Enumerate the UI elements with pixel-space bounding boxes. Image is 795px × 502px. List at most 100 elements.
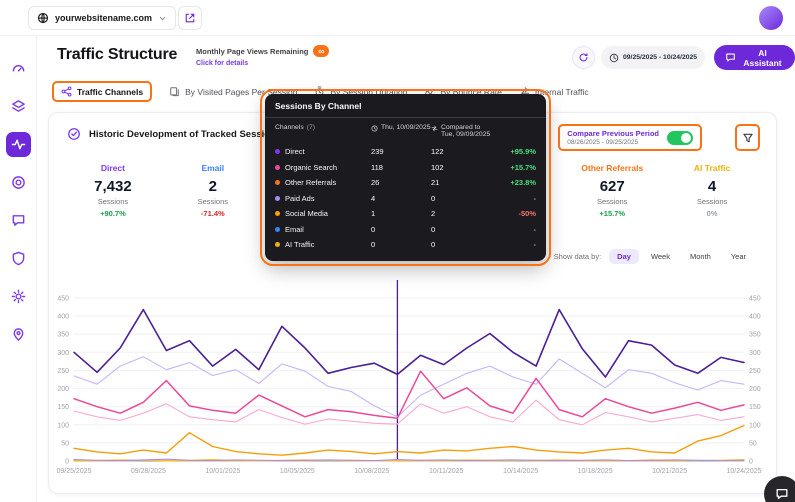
monthly-views-details-link[interactable]: Click for details [196,60,329,67]
granularity-year[interactable]: Year [723,249,754,264]
svg-text:09/28/2025: 09/28/2025 [131,468,166,475]
series-organic-search [74,371,744,418]
compare-range: 08/26/2025 - 09/25/2025 [567,139,659,146]
svg-text:10/01/2025: 10/01/2025 [205,468,240,475]
svg-text:400: 400 [57,314,69,321]
svg-text:200: 200 [749,386,761,393]
tooltip-delta: -50% [479,209,536,218]
filter-button[interactable] [735,124,760,151]
tooltip-rows: Direct239122+95.9%Organic Search118102+1… [265,142,546,261]
stat-label: Email [163,163,263,173]
show-data-by-label: Show data by: [554,252,602,261]
clock-icon [609,53,619,63]
tooltip-delta: +95.9% [479,147,536,156]
date-range-value: 09/25/2025 - 10/24/2025 [623,54,697,61]
granularity-month[interactable]: Month [682,249,719,264]
tooltip-channel-name: AI Traffic [285,240,314,249]
chevron-down-icon [158,14,167,23]
open-site-button[interactable] [178,6,202,30]
sidebar-item-traffic[interactable] [6,132,31,157]
pages-icon [169,86,180,97]
tooltip-channel-name: Paid Ads [285,194,315,203]
tab-traffic-channels[interactable]: Traffic Channels [52,81,152,102]
granularity-week[interactable]: Week [643,249,678,264]
tooltip-row-ai-traffic: AI Traffic00- [275,237,536,253]
gauge-icon [11,61,26,76]
page-title: Traffic Structure [57,46,177,64]
sidebar-item-feedback[interactable] [6,208,31,233]
sessions-tooltip: Sessions By Channel Channels (7) Thu, 10… [265,94,546,261]
tooltip-row-organic-search: Organic Search118102+15.7% [275,160,536,176]
tooltip-date-compared: Tue, 09/09/2025 [441,131,490,138]
sidebar-item-locations[interactable] [6,322,31,347]
refresh-button[interactable] [572,46,595,69]
channel-color-dot [275,149,280,154]
unlimited-badge: ∞ [313,45,329,57]
sidebar-item-overview[interactable] [6,56,31,81]
channel-color-dot [275,165,280,170]
stat-label: Other Referrals [562,163,662,173]
tooltip-value-current: 4 [371,194,431,203]
chat-bubble-icon [725,52,736,63]
granularity-day[interactable]: Day [609,249,639,264]
stat-unit: Sessions [662,197,762,206]
site-switcher[interactable]: yourwebsitename.com [28,6,176,30]
svg-text:450: 450 [749,296,761,303]
stat-unit: Sessions [63,197,163,206]
tooltip-delta: - [479,225,536,234]
svg-text:200: 200 [57,386,69,393]
avatar[interactable] [759,6,783,30]
compare-toggle[interactable] [667,131,693,145]
stat-other-referrals: Other Referrals627Sessions+15.7% [562,163,662,218]
sidebar-item-settings[interactable] [6,284,31,309]
chat-bubble-icon [775,487,789,501]
svg-text:250: 250 [749,368,761,375]
tooltip-value-current: 0 [371,225,431,234]
gear-icon [11,289,26,304]
chat2-icon [11,213,26,228]
tooltip-delta: +15.7% [479,163,536,172]
sidebar [0,36,37,502]
sessions-line-chart[interactable]: 0050501001001501502002002502503003003503… [53,265,772,489]
tooltip-value-compared: 0 [431,240,479,249]
tooltip-header: Channels (7) Thu, 10/09/2025 Compared to… [265,118,546,142]
svg-text:10/21/2025: 10/21/2025 [652,468,687,475]
tooltip-compared-prefix: Compared to [441,124,490,131]
tooltip-channel-name: Social Media [285,209,328,218]
tooltip-row-direct: Direct239122+95.9% [275,144,536,160]
svg-text:10/24/2025: 10/24/2025 [726,468,761,475]
tooltip-row-paid-ads: Paid Ads40- [275,191,536,207]
compare-previous-period[interactable]: Compare Previous Period 08/26/2025 - 09/… [558,124,702,151]
ai-assistant-button[interactable]: AI Assistant [714,45,795,70]
stat-delta: -71.4% [163,209,263,218]
tooltip-value-current: 118 [371,163,431,172]
sidebar-item-goals[interactable] [6,170,31,195]
topbar: yourwebsitename.com [0,0,795,36]
svg-text:350: 350 [57,332,69,339]
svg-text:250: 250 [57,368,69,375]
sidebar-item-security[interactable] [6,246,31,271]
date-range-picker[interactable]: 09/25/2025 - 10/24/2025 [601,46,705,69]
svg-text:450: 450 [57,296,69,303]
tooltip-value-current: 239 [371,147,431,156]
sidebar-item-pages[interactable] [6,94,31,119]
svg-text:09/25/2025: 09/25/2025 [56,468,91,475]
tooltip-channel-name: Other Referrals [285,178,336,187]
stat-email: Email2Sessions-71.4% [163,163,263,218]
stat-direct: Direct7,432Sessions+90.7% [63,163,163,218]
layers-icon [11,99,26,114]
svg-text:350: 350 [749,332,761,339]
svg-text:300: 300 [749,350,761,357]
svg-text:0: 0 [65,459,69,466]
stat-value: 627 [562,178,662,195]
stat-delta: +90.7% [63,209,163,218]
tab-label: Traffic Channels [77,87,143,97]
tooltip-row-social-media: Social Media12-50% [275,206,536,222]
stat-unit: Sessions [562,197,662,206]
granularity-switch: Show data by: Day Week Month Year [554,249,754,264]
svg-text:50: 50 [61,440,69,447]
target-icon [11,175,26,190]
svg-text:150: 150 [749,404,761,411]
svg-text:10/18/2025: 10/18/2025 [578,468,613,475]
channel-color-dot [275,180,280,185]
